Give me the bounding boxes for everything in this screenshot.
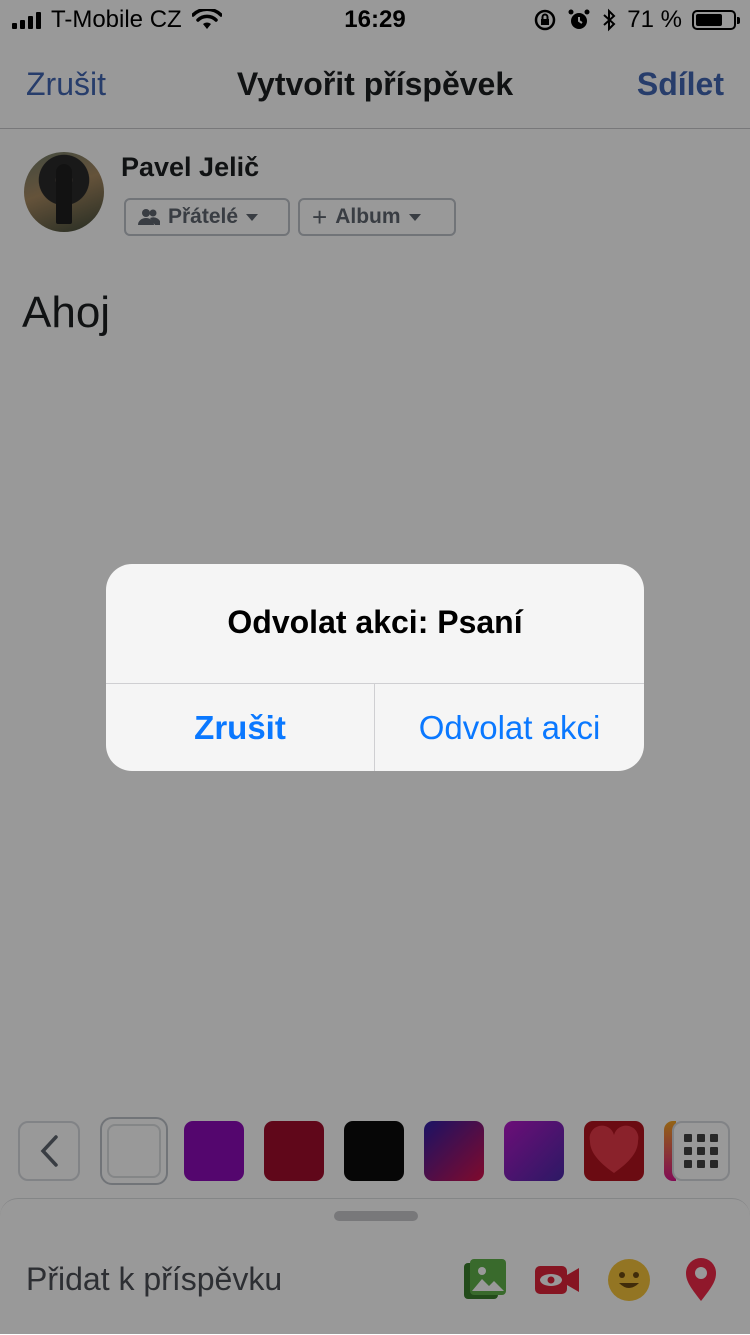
alert-cancel-button[interactable]: Zrušit bbox=[106, 684, 374, 771]
alert-undo-button[interactable]: Odvolat akci bbox=[375, 684, 644, 771]
undo-alert-dialog: Odvolat akci: Psaní Zrušit Odvolat akci bbox=[106, 564, 644, 771]
create-post-screen: T-Mobile CZ 16:29 71 % Zrušit Vytvořit p… bbox=[0, 0, 750, 1335]
alert-message: Odvolat akci: Psaní bbox=[227, 604, 523, 640]
